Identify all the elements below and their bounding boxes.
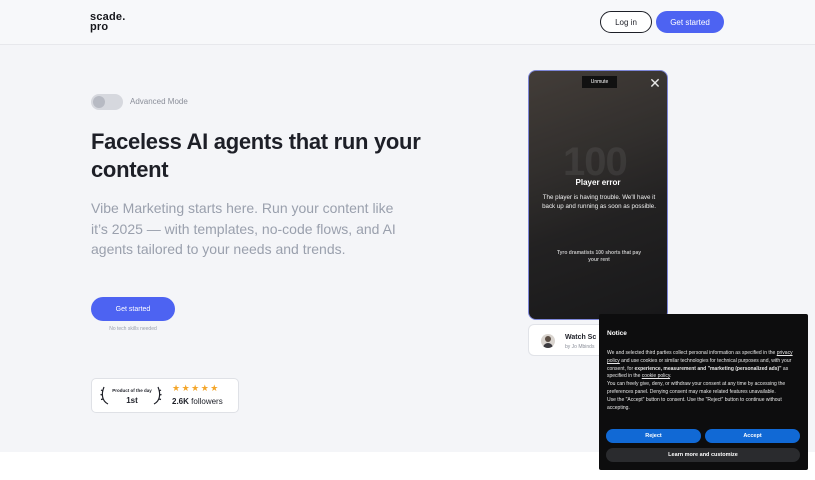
toggle-knob: [93, 96, 105, 108]
logo-line2: pro: [90, 21, 109, 33]
reject-button[interactable]: Reject: [606, 429, 701, 443]
avatar: [541, 334, 555, 348]
player-error-message: The player is having trouble. We'll have…: [542, 194, 656, 210]
logo[interactable]: scade. pro: [90, 12, 125, 33]
followers-count: 2.6K followers: [172, 397, 223, 406]
hero-get-started-button[interactable]: Get started: [91, 297, 175, 321]
unmute-button[interactable]: Unmute: [582, 76, 617, 88]
video-caption: Tyro dramatists 100 shorts that pay your…: [556, 250, 642, 263]
product-of-day-badge[interactable]: Product of the day 1st ★★★★★ 2.6K follow…: [91, 378, 239, 413]
login-button[interactable]: Log in: [600, 11, 652, 33]
advanced-mode-toggle[interactable]: [91, 94, 123, 110]
no-tech-note: No tech skills needed: [109, 326, 157, 332]
player-error-title: Player error: [575, 178, 621, 187]
notice-text-6: Use the "Accept" button to consent. Use …: [607, 396, 782, 411]
watch-card[interactable]: Watch Sc by Jo Mbinds: [528, 324, 608, 356]
star-rating-icon: ★★★★★: [172, 383, 220, 393]
notice-body: We and selected third parties collect pe…: [607, 350, 801, 412]
notice-text-bold: experience, measurement and "marketing (…: [634, 365, 782, 372]
watch-byline: by Jo Mbinds: [565, 344, 595, 350]
accept-button[interactable]: Accept: [705, 429, 800, 443]
avatar-body: [543, 343, 553, 348]
video-player[interactable]: 100 Unmute ✕ Player error The player is …: [528, 70, 668, 320]
avatar-head: [545, 336, 551, 342]
header-get-started-button[interactable]: Get started: [656, 11, 724, 33]
badge-rank: 1st: [126, 396, 138, 405]
hero-subtitle: Vibe Marketing starts here. Run your con…: [91, 200, 396, 257]
watch-title: Watch Sc: [565, 334, 597, 341]
site-header: scade. pro Log in Get started: [0, 0, 815, 45]
notice-text-5: You can freely give, deny, or withdraw y…: [607, 381, 786, 395]
laurel-right-icon: [153, 386, 162, 405]
advanced-mode-label: Advanced Mode: [130, 97, 188, 106]
learn-more-button[interactable]: Learn more and customize: [606, 448, 800, 462]
cookie-policy-link[interactable]: cookie policy: [642, 373, 670, 379]
followers-number: 2.6K: [172, 397, 189, 406]
cookie-notice: Notice We and selected third parties col…: [599, 314, 808, 470]
followers-label: followers: [191, 397, 223, 406]
notice-title: Notice: [607, 330, 627, 337]
notice-text-1: We and selected third parties collect pe…: [607, 350, 777, 356]
hero-title: Faceless AI agents that run your content: [91, 129, 421, 182]
close-icon[interactable]: ✕: [648, 76, 662, 90]
badge-top-text: Product of the day: [112, 388, 152, 393]
notice-text-4: .: [670, 373, 672, 380]
